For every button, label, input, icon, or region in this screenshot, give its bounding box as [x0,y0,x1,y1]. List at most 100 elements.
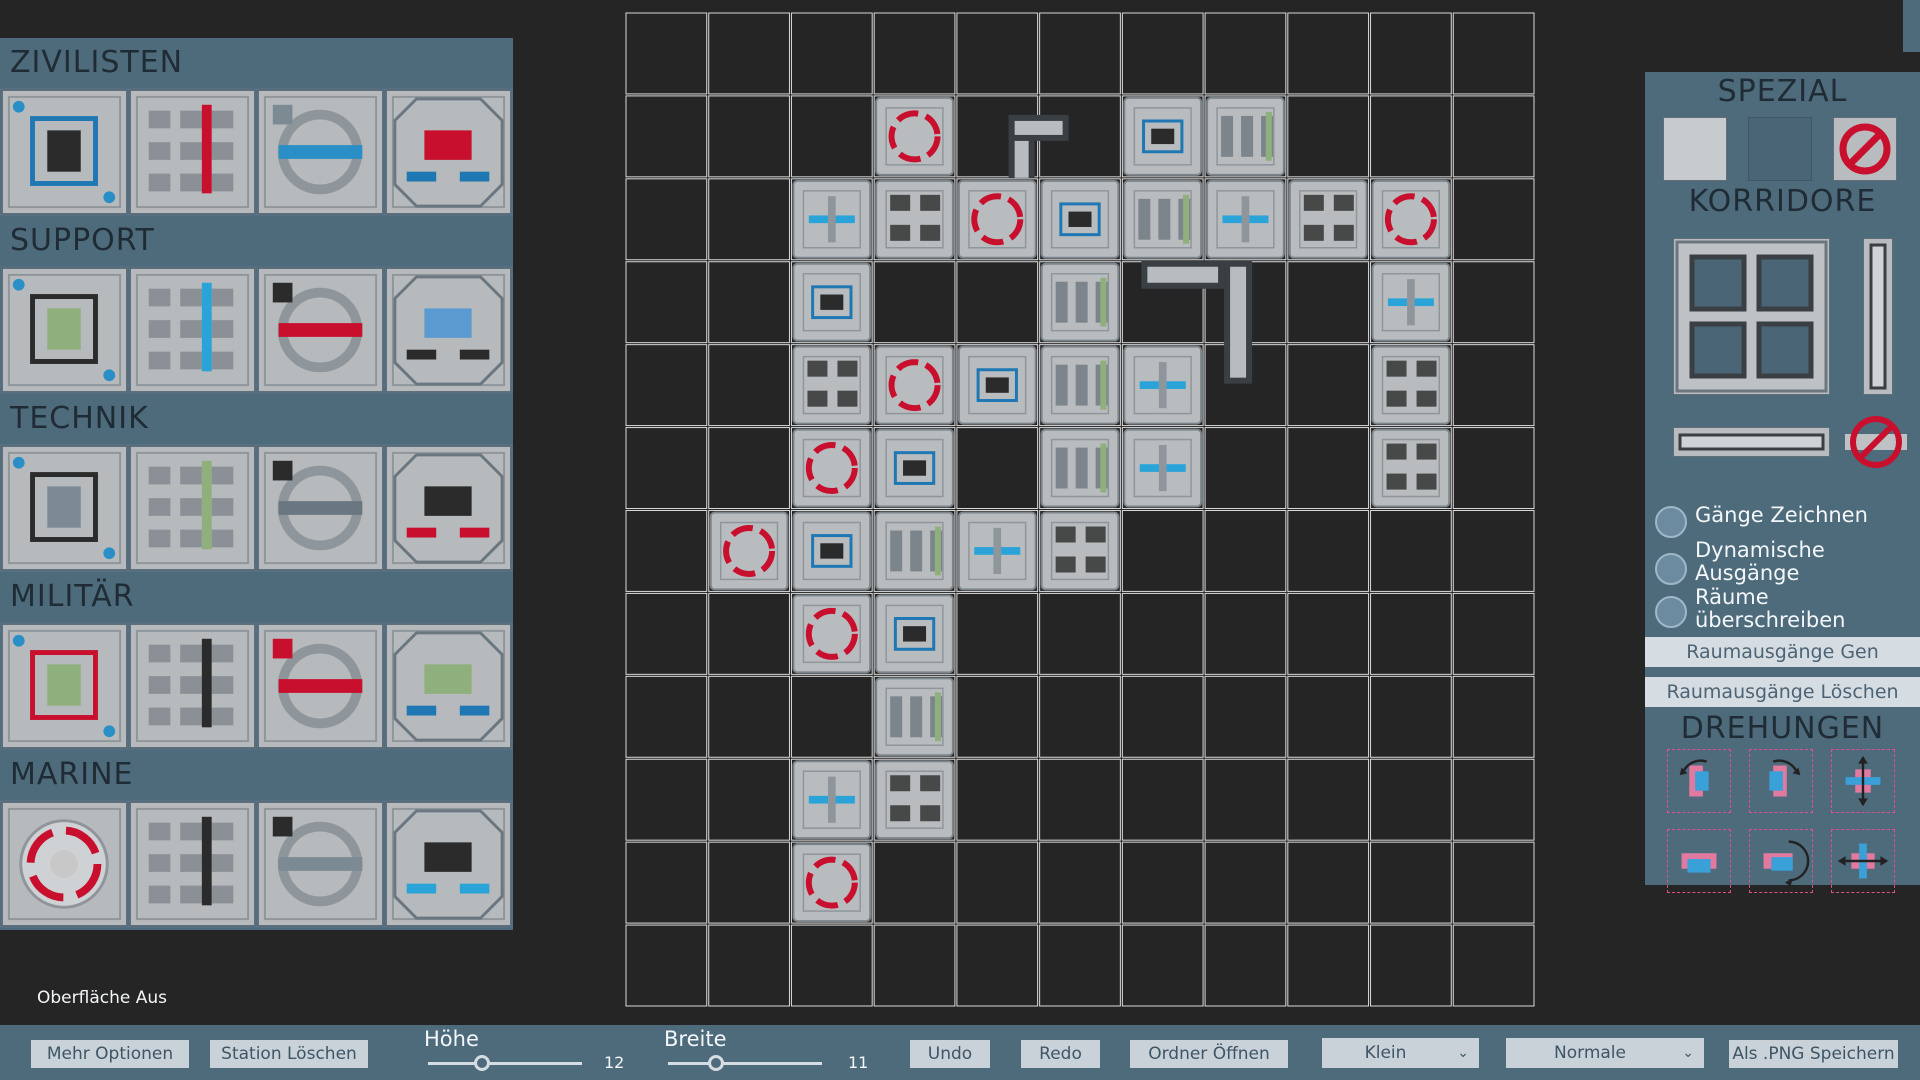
placed-room[interactable] [1123,345,1203,425]
placed-room[interactable] [1040,179,1120,259]
surface-toggle[interactable]: Oberfläche Aus [37,988,167,1008]
grid-cell[interactable] [1452,675,1535,758]
grid-cell[interactable] [708,95,790,178]
grid-cell[interactable] [1204,510,1287,592]
grid-cell[interactable] [625,95,708,178]
room-tile[interactable] [130,90,255,214]
undo-button[interactable]: Undo [910,1040,990,1068]
grid-cell[interactable] [1204,924,1287,1007]
grid-cell[interactable] [1039,841,1121,924]
placed-room[interactable] [709,511,789,591]
size-select[interactable]: Klein ⌄ [1322,1038,1479,1068]
grid-cell[interactable] [873,924,956,1007]
placed-room[interactable] [1206,96,1285,176]
grid-cell[interactable] [1287,344,1370,427]
grid-cell[interactable] [1287,924,1370,1007]
grid-cell[interactable] [1287,427,1370,510]
grid-cell[interactable] [708,841,790,924]
placed-room[interactable] [875,594,954,674]
placed-room[interactable] [875,96,954,176]
grid-cell[interactable] [1452,178,1535,261]
placed-room[interactable] [792,843,872,923]
grid-cell[interactable] [873,12,956,95]
rotate-180-button[interactable] [1667,829,1731,893]
panel-scroll-tab[interactable] [1903,0,1920,52]
save-png-button[interactable]: Als .PNG Speichern [1729,1040,1898,1068]
placed-room[interactable] [1123,96,1203,176]
grid-cell[interactable] [790,675,873,758]
grid-cell[interactable] [625,12,708,95]
grid-cell[interactable] [1039,12,1121,95]
grid-cell[interactable] [708,12,790,95]
placed-room[interactable] [792,511,872,591]
placed-room[interactable] [1371,428,1451,508]
grid-cell[interactable] [956,427,1039,510]
placed-room[interactable] [792,760,872,840]
room-tile[interactable] [130,624,255,748]
more-options-button[interactable]: Mehr Optionen [31,1040,189,1068]
placed-room[interactable] [792,428,872,508]
option-draw-corridors[interactable]: Gänge Zeichnen [1655,504,1868,538]
placed-room[interactable] [1371,345,1451,425]
room-tile[interactable] [2,90,127,214]
corridor-segment[interactable] [1008,114,1069,178]
grid-cell[interactable] [708,261,790,344]
empty-tile-button[interactable] [1663,117,1727,181]
grid-cell[interactable] [1452,510,1535,592]
room-tile[interactable] [2,624,127,748]
grid-cell[interactable] [1121,924,1204,1007]
placed-room[interactable] [792,262,872,342]
room-tile[interactable] [2,802,127,926]
mode-select[interactable]: Normale ⌄ [1506,1038,1704,1068]
grid-cell[interactable] [956,675,1039,758]
grid-cell[interactable] [625,510,708,592]
room-tile[interactable] [386,624,511,748]
placed-room[interactable] [875,677,954,757]
grid-cell[interactable] [1039,675,1121,758]
placed-room[interactable] [1206,179,1285,259]
placed-room[interactable] [1371,262,1451,342]
room-tile[interactable] [258,802,383,926]
room-tile[interactable] [130,446,255,570]
room-tile[interactable] [130,802,255,926]
grid-cell[interactable] [625,924,708,1007]
rotate-ccw-button[interactable] [1667,749,1731,813]
grid-cell[interactable] [625,261,708,344]
checkbox-icon[interactable] [1655,553,1687,585]
grid-cell[interactable] [708,675,790,758]
grid-cell[interactable] [708,344,790,427]
delete-exits-button[interactable]: Raumausgänge Löschen [1645,677,1920,707]
checkbox-icon[interactable] [1655,506,1687,538]
grid-cell[interactable] [956,592,1039,675]
placed-room[interactable] [1040,345,1120,425]
room-tile[interactable] [386,446,511,570]
room-tile[interactable] [386,268,511,392]
grid-cell[interactable] [1039,758,1121,841]
no-entry-button[interactable] [1833,117,1897,181]
placed-room[interactable] [875,179,954,259]
flip-vertical-button[interactable] [1831,749,1895,813]
grid-cell[interactable] [1287,592,1370,675]
room-tile[interactable] [130,268,255,392]
grid-cell[interactable] [1452,592,1535,675]
grid-cell[interactable] [1370,841,1452,924]
grid-cell[interactable] [790,95,873,178]
placed-room[interactable] [1040,428,1120,508]
grid-cell[interactable] [625,675,708,758]
grid-cell[interactable] [1121,510,1204,592]
grid-cell[interactable] [1121,12,1204,95]
grid-cell[interactable] [873,841,956,924]
grid-cell[interactable] [708,178,790,261]
room-tile[interactable] [258,624,383,748]
grid-cell[interactable] [1452,95,1535,178]
room-tile[interactable] [258,90,383,214]
grid-cell[interactable] [956,261,1039,344]
grid-cell[interactable] [1452,841,1535,924]
grid-cell[interactable] [1204,758,1287,841]
grid-cell[interactable] [708,924,790,1007]
placed-room[interactable] [1040,262,1120,342]
grid-cell[interactable] [1452,12,1535,95]
grid-cell[interactable] [1370,592,1452,675]
room-tile[interactable] [258,446,383,570]
grid-cell[interactable] [1121,841,1204,924]
